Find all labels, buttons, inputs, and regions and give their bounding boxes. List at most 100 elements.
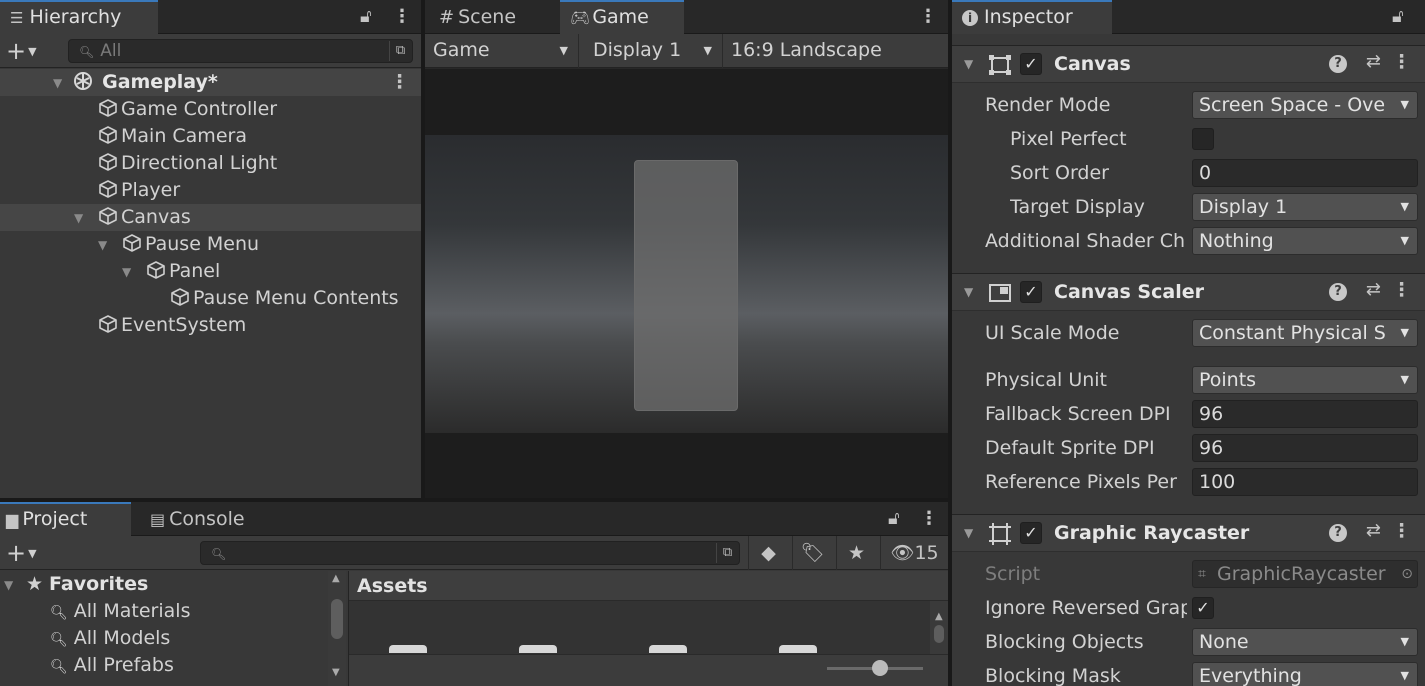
slider-handle[interactable]: [871, 660, 888, 676]
component-canvas-header[interactable]: ▼ ✓ Canvas ? ⇄ ⋮: [952, 45, 1425, 83]
favorite-item-prefabs[interactable]: 🔍︎ All Prefabs: [0, 652, 348, 679]
shader-channels-dropdown[interactable]: Nothing ▼: [1192, 227, 1418, 255]
sort-order-input[interactable]: 0: [1192, 159, 1418, 187]
project-search-input[interactable]: 🔍︎ ⧉: [200, 541, 740, 565]
fallback-dpi-input[interactable]: 96: [1192, 400, 1418, 428]
hierarchy-item-pause-menu-contents[interactable]: Pause Menu Contents: [0, 285, 421, 312]
project-toolbar: + ▼ 🔍︎ ⧉ ◆ 🏷︎ ★ 👁︎15: [0, 536, 948, 570]
expand-arrow-icon[interactable]: ▼: [74, 205, 98, 232]
help-icon[interactable]: ?: [1329, 55, 1347, 73]
enabled-checkbox[interactable]: ✓: [1020, 522, 1042, 544]
expand-arrow-icon[interactable]: ▼: [53, 70, 67, 97]
assets-scrollbar[interactable]: ▲: [930, 601, 948, 654]
thumbnail-zoom-slider[interactable]: [827, 660, 923, 676]
enabled-checkbox[interactable]: ✓: [1020, 53, 1042, 75]
expand-arrow-icon[interactable]: ▼: [98, 232, 122, 259]
aspect-dropdown[interactable]: 16:9 Landscape: [723, 34, 948, 68]
search-by-type-icon[interactable]: ⧉: [716, 543, 738, 563]
reference-pixels-input[interactable]: 100: [1192, 468, 1418, 496]
favorite-label: All Prefabs: [73, 654, 174, 676]
hidden-packages-button[interactable]: 👁︎15: [880, 536, 948, 570]
foldout-arrow-icon[interactable]: ▼: [964, 46, 973, 83]
component-menu-icon[interactable]: ⋮: [1392, 520, 1411, 542]
presets-icon[interactable]: ⇄: [1366, 520, 1381, 541]
add-object-button[interactable]: + ▼: [6, 36, 37, 67]
hierarchy-item-canvas[interactable]: ▼ Canvas: [0, 204, 421, 231]
favorite-star-icon[interactable]: ★: [836, 536, 876, 570]
info-icon: i: [962, 10, 978, 26]
hierarchy-item-main-camera[interactable]: Main Camera: [0, 123, 421, 150]
component-canvas-scaler-header[interactable]: ▼ ✓ Canvas Scaler ? ⇄ ⋮: [952, 273, 1425, 311]
hierarchy-item-game-controller[interactable]: Game Controller: [0, 96, 421, 123]
presets-icon[interactable]: ⇄: [1366, 51, 1381, 72]
tree-scrollbar[interactable]: ▲ ▼: [328, 571, 346, 686]
tab-console[interactable]: ▤ Console: [140, 502, 270, 536]
blocking-objects-dropdown[interactable]: None ▼: [1192, 628, 1418, 656]
hierarchy-item-eventsystem[interactable]: EventSystem: [0, 312, 421, 339]
asset-thumb[interactable]: [519, 645, 557, 653]
assets-header: Assets: [349, 571, 948, 601]
ui-scale-mode-dropdown[interactable]: Constant Physical S ▼: [1192, 319, 1418, 347]
hierarchy-item-panel[interactable]: ▼ Panel: [0, 258, 421, 285]
help-icon[interactable]: ?: [1329, 524, 1347, 542]
asset-thumb[interactable]: [389, 645, 427, 653]
scene-menu-icon[interactable]: ⋮: [390, 69, 409, 96]
hierarchy-item-player[interactable]: Player: [0, 177, 421, 204]
enabled-checkbox[interactable]: ✓: [1020, 281, 1042, 303]
component-menu-icon[interactable]: ⋮: [1392, 279, 1411, 301]
hierarchy-search-input[interactable]: 🔍︎ All ⧉: [68, 39, 413, 63]
hierarchy-item-pause-menu[interactable]: ▼ Pause Menu: [0, 231, 421, 258]
render-mode-dropdown[interactable]: Screen Space - Ove ▼: [1192, 91, 1418, 119]
scrollbar-thumb[interactable]: [934, 625, 944, 643]
gamepad-icon: 🎮︎: [570, 7, 591, 27]
create-asset-button[interactable]: + ▼: [6, 538, 37, 569]
scene-row[interactable]: ▼ Gameplay* ⋮: [0, 69, 421, 96]
favorite-item-materials[interactable]: 🔍︎ All Materials: [0, 598, 348, 625]
favorite-item-models[interactable]: 🔍︎ All Models: [0, 625, 348, 652]
filter-by-type-icon[interactable]: ◆: [748, 536, 788, 570]
ignore-reversed-checkbox[interactable]: ✓: [1192, 597, 1214, 619]
lock-icon[interactable]: 🔓︎: [1392, 0, 1404, 34]
more-options-icon[interactable]: ⋮: [919, 0, 937, 34]
more-options-icon[interactable]: ⋮: [920, 502, 938, 536]
asset-thumb[interactable]: [779, 645, 817, 653]
pixel-perfect-label: Pixel Perfect: [1010, 128, 1127, 150]
hierarchy-item-directional-light[interactable]: Directional Light: [0, 150, 421, 177]
lock-icon[interactable]: 🔓︎: [888, 502, 900, 536]
presets-icon[interactable]: ⇄: [1366, 279, 1381, 300]
physical-unit-dropdown[interactable]: Points ▼: [1192, 366, 1418, 394]
favorites-row[interactable]: ▼ ★ Favorites: [0, 571, 348, 598]
display-dropdown[interactable]: Display 1 ▼: [585, 34, 723, 68]
help-icon[interactable]: ?: [1329, 283, 1347, 301]
expand-arrow-icon[interactable]: ▼: [122, 259, 146, 286]
project-panel: ▆ Project ▤ Console 🔓︎ ⋮ + ▼ 🔍︎ ⧉ ◆ 🏷︎ ★ 👁︎…: [0, 502, 948, 686]
tab-inspector[interactable]: i Inspector: [952, 0, 1112, 34]
pixel-perfect-checkbox[interactable]: [1192, 128, 1214, 150]
tab-game[interactable]: 🎮︎ Game: [560, 0, 684, 34]
expand-arrow-icon[interactable]: ▼: [4, 572, 26, 599]
tab-project[interactable]: ▆ Project: [0, 502, 131, 536]
more-options-icon[interactable]: ⋮: [393, 0, 411, 34]
component-graphic-raycaster-header[interactable]: ▼ ✓ Graphic Raycaster ? ⇄ ⋮: [952, 514, 1425, 552]
search-by-type-icon[interactable]: ⧉: [389, 41, 411, 61]
gameobject-icon: [147, 261, 165, 279]
filter-by-label-icon[interactable]: 🏷︎: [792, 536, 832, 570]
scroll-up-arrow-icon[interactable]: ▲: [332, 573, 340, 584]
chevron-down-icon: ▼: [1396, 194, 1409, 220]
game-mode-dropdown[interactable]: Game ▼: [425, 34, 579, 68]
sprite-dpi-input[interactable]: 96: [1192, 434, 1418, 462]
scroll-up-arrow-icon[interactable]: ▲: [935, 611, 943, 622]
lock-icon[interactable]: 🔓︎: [360, 0, 372, 34]
component-menu-icon[interactable]: ⋮: [1392, 51, 1411, 73]
asset-thumb[interactable]: [649, 645, 687, 653]
target-display-dropdown[interactable]: Display 1 ▼: [1192, 193, 1418, 221]
game-viewport[interactable]: [425, 69, 948, 498]
blocking-mask-dropdown[interactable]: Everything ▼: [1192, 662, 1418, 686]
foldout-arrow-icon[interactable]: ▼: [964, 274, 973, 311]
tab-scene[interactable]: # Scene: [425, 0, 560, 34]
scrollbar-thumb[interactable]: [331, 599, 343, 639]
shader-channels-row: Additional Shader Ch Nothing ▼: [952, 224, 1425, 258]
scroll-down-arrow-icon[interactable]: ▼: [332, 667, 340, 678]
tab-hierarchy[interactable]: ☰ Hierarchy: [0, 0, 158, 34]
foldout-arrow-icon[interactable]: ▼: [964, 515, 973, 552]
